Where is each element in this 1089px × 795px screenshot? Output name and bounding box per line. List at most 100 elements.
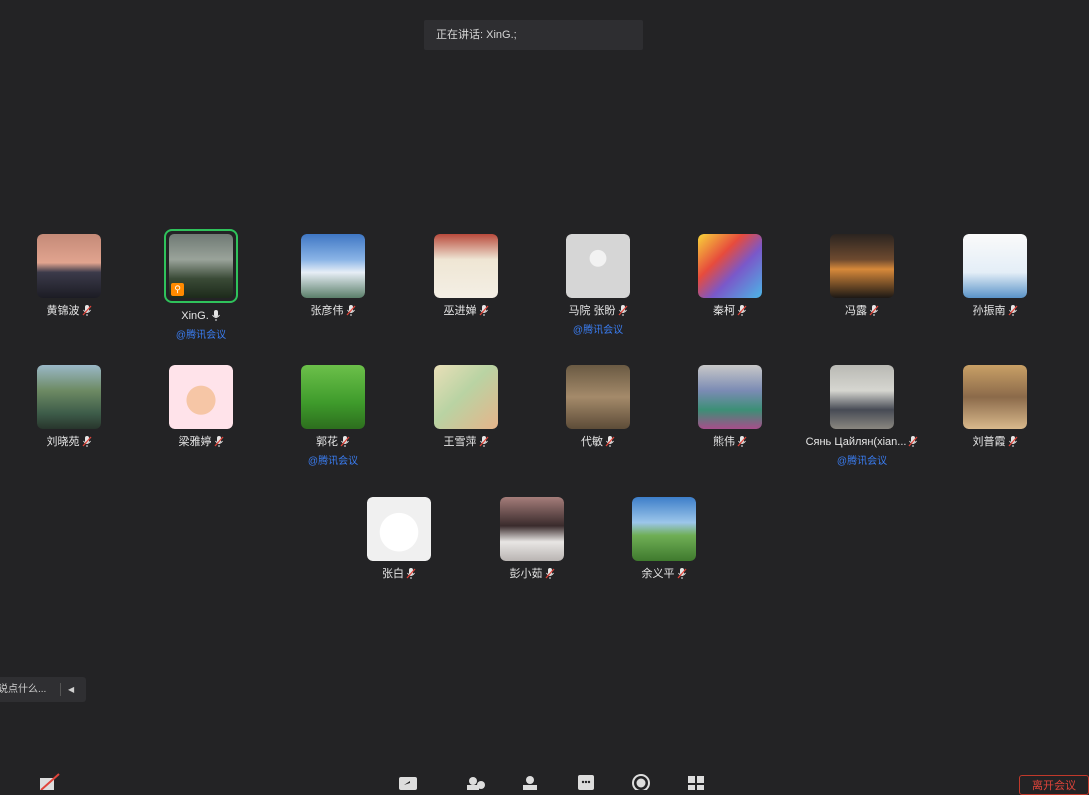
participant-name: 余义平 bbox=[641, 568, 675, 580]
participant-tile[interactable]: 彭小茹 bbox=[467, 497, 597, 581]
mic-muted-icon bbox=[214, 436, 223, 447]
mic-muted-icon bbox=[479, 436, 488, 447]
participant-name-row: 刘晓苑 bbox=[4, 435, 134, 449]
participant-name: 代敏 bbox=[581, 436, 603, 448]
avatar-image bbox=[301, 365, 365, 429]
video-off-icon[interactable] bbox=[38, 772, 60, 790]
participant-tile[interactable]: 郭花 @腾讯会议 bbox=[268, 365, 398, 467]
participant-name: 王雪萍 bbox=[443, 436, 477, 448]
participant-name: 熊伟 bbox=[713, 436, 735, 448]
org-tag: @腾讯会议 bbox=[836, 456, 888, 467]
participant-tile[interactable]: 梁雅婷 bbox=[136, 365, 266, 449]
participant-tile[interactable]: 冯露 bbox=[797, 234, 927, 318]
avatar-image bbox=[566, 234, 630, 298]
avatar bbox=[169, 365, 233, 429]
avatar-image bbox=[367, 497, 431, 561]
collapse-arrow-icon[interactable]: ◀ bbox=[68, 677, 74, 702]
avatar bbox=[37, 234, 101, 298]
participant-tile[interactable]: 刘晓苑 bbox=[4, 365, 134, 449]
participant-name-row: 余义平 bbox=[599, 567, 729, 581]
mic-muted-icon bbox=[605, 436, 615, 447]
org-tag: @腾讯会议 bbox=[572, 325, 624, 336]
record-icon[interactable] bbox=[630, 772, 652, 790]
mic-muted-icon bbox=[869, 305, 879, 316]
members-icon[interactable] bbox=[519, 772, 541, 790]
avatar bbox=[301, 365, 365, 429]
participant-name: 刘普霞 bbox=[972, 436, 1006, 448]
avatar-image bbox=[830, 365, 894, 429]
org-tag: @腾讯会议 bbox=[175, 330, 227, 341]
participant-name: 刘晓苑 bbox=[46, 436, 80, 448]
leave-meeting-button[interactable]: 离开会议 bbox=[1019, 775, 1089, 795]
participant-name-row: 代敏 bbox=[533, 435, 663, 449]
participant-tile[interactable]: 黄锦波 bbox=[4, 234, 134, 318]
avatar bbox=[566, 365, 630, 429]
mic-on-icon bbox=[211, 310, 220, 321]
participant-name-row: 马院 张盼 bbox=[533, 304, 663, 318]
participant-name: 梁雅婷 bbox=[178, 436, 212, 448]
participant-tile[interactable]: 刘普霞 bbox=[930, 365, 1060, 449]
chat-placeholder: 说点什么... bbox=[0, 684, 47, 695]
avatar bbox=[830, 234, 894, 298]
participant-tile[interactable]: 熊伟 bbox=[665, 365, 795, 449]
host-badge-icon: ⚲ bbox=[171, 283, 184, 296]
chat-input[interactable]: 说点什么... ◀ bbox=[0, 677, 86, 702]
participant-tile[interactable]: 巫进婵 bbox=[401, 234, 531, 318]
participant-tile[interactable]: 代敏 bbox=[533, 365, 663, 449]
org-tag: @腾讯会议 bbox=[307, 456, 359, 467]
avatar-image bbox=[632, 497, 696, 561]
participant-name-row: 熊伟 bbox=[665, 435, 795, 449]
participant-name: 巫进婵 bbox=[443, 305, 477, 317]
participant-tile[interactable]: 王雪萍 bbox=[401, 365, 531, 449]
mic-muted-icon bbox=[479, 305, 488, 316]
mic-muted-icon bbox=[346, 305, 355, 316]
avatar bbox=[698, 365, 762, 429]
participant-tile[interactable]: ⚲ XinG. @腾讯会议 bbox=[136, 229, 266, 341]
participant-name-row: 孙振南 bbox=[930, 304, 1060, 318]
chat-icon[interactable] bbox=[575, 772, 597, 790]
share-screen-icon[interactable] bbox=[397, 772, 419, 790]
avatar-image bbox=[698, 365, 762, 429]
avatar-image bbox=[963, 365, 1027, 429]
avatar bbox=[963, 365, 1027, 429]
avatar bbox=[301, 234, 365, 298]
avatar-image bbox=[301, 234, 365, 298]
mic-muted-icon bbox=[340, 436, 350, 447]
participant-tile[interactable]: 马院 张盼 @腾讯会议 bbox=[533, 234, 663, 336]
avatar bbox=[434, 234, 498, 298]
avatar-image bbox=[830, 234, 894, 298]
participant-name: 张白 bbox=[382, 568, 404, 580]
participant-tile[interactable]: 秦柯 bbox=[665, 234, 795, 318]
participant-name-row: 彭小茹 bbox=[467, 567, 597, 581]
avatar bbox=[698, 234, 762, 298]
participant-name: 张彦伟 bbox=[310, 305, 344, 317]
participant-name: 马院 张盼 bbox=[568, 305, 616, 317]
participant-name-row: 冯露 bbox=[797, 304, 927, 318]
participant-name: XinG. bbox=[181, 310, 209, 322]
divider bbox=[60, 683, 61, 696]
participant-tile[interactable]: 张彦伟 bbox=[268, 234, 398, 318]
participant-name-row: XinG. bbox=[136, 309, 266, 323]
avatar-image bbox=[500, 497, 564, 561]
participant-name-row: 刘普霞 bbox=[930, 435, 1060, 449]
mic-muted-icon bbox=[737, 305, 747, 316]
participant-name-row: 巫进婵 bbox=[401, 304, 531, 318]
participant-tile[interactable]: 孙振南 bbox=[930, 234, 1060, 318]
participant-name: 彭小茹 bbox=[509, 568, 543, 580]
mic-muted-icon bbox=[677, 568, 686, 579]
participant-tile[interactable]: 张白 bbox=[334, 497, 464, 581]
apps-icon[interactable] bbox=[685, 772, 707, 790]
participant-tile[interactable]: Сянь Цайлян(xian... @腾讯会议 bbox=[797, 365, 927, 467]
avatar-image bbox=[37, 234, 101, 298]
mic-muted-icon bbox=[908, 436, 918, 447]
mic-muted-icon bbox=[82, 305, 91, 316]
participant-name-row: 梁雅婷 bbox=[136, 435, 266, 449]
avatar-image bbox=[434, 234, 498, 298]
participant-name: Сянь Цайлян(xian... bbox=[805, 436, 907, 448]
avatar bbox=[500, 497, 564, 561]
participant-tile[interactable]: 余义平 bbox=[599, 497, 729, 581]
avatar bbox=[830, 365, 894, 429]
avatar-image bbox=[169, 365, 233, 429]
invite-icon[interactable] bbox=[464, 772, 486, 790]
mic-muted-icon bbox=[618, 305, 628, 316]
